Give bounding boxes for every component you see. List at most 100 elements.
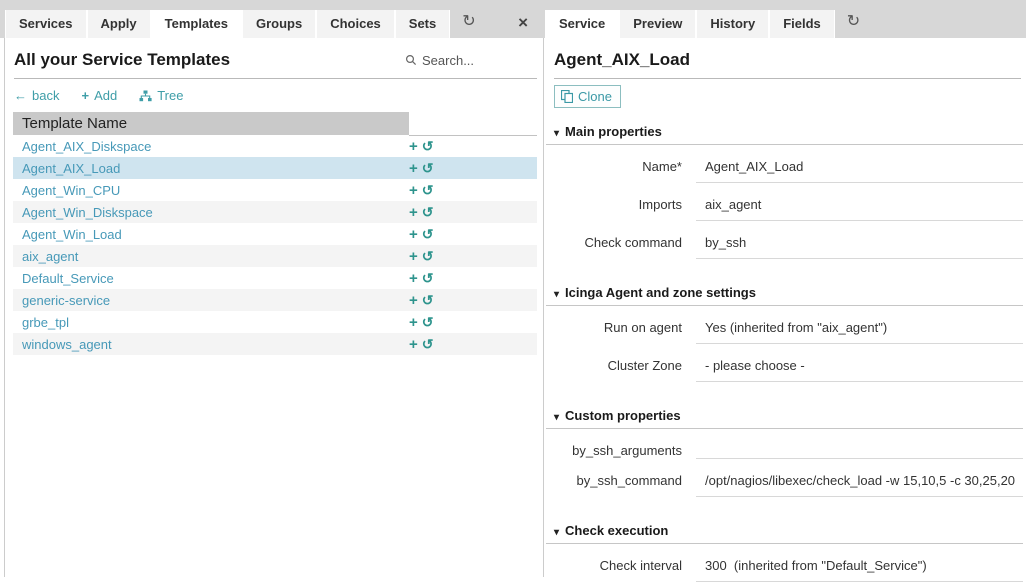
template-link[interactable]: Agent_Win_Diskspace bbox=[22, 205, 153, 220]
template-link[interactable]: aix_agent bbox=[22, 249, 78, 264]
field-label: Check command bbox=[546, 230, 696, 259]
table-row[interactable]: Agent_Win_CPU +↺ bbox=[13, 179, 537, 201]
page-title: All your Service Templates bbox=[14, 50, 230, 70]
history-icon[interactable]: ↺ bbox=[422, 138, 434, 154]
section-header[interactable]: ▾Custom properties bbox=[546, 408, 1023, 429]
table-row[interactable]: aix_agent +↺ bbox=[13, 245, 537, 267]
template-link[interactable]: windows_agent bbox=[22, 337, 112, 352]
close-icon[interactable]: × bbox=[518, 15, 528, 30]
table-row[interactable]: Agent_Win_Load +↺ bbox=[13, 223, 537, 245]
add-icon[interactable]: + bbox=[409, 138, 418, 155]
imports-input[interactable]: aix_agent bbox=[696, 192, 1023, 221]
template-link[interactable]: generic-service bbox=[22, 293, 110, 308]
add-icon[interactable]: + bbox=[409, 204, 418, 221]
field-by-ssh-command: by_ssh_command /opt/nagios/libexec/check… bbox=[546, 468, 1023, 497]
add-icon[interactable]: + bbox=[409, 248, 418, 265]
history-icon[interactable]: ↺ bbox=[422, 292, 434, 308]
by-ssh-command-input[interactable]: /opt/nagios/libexec/check_load -w 15,10,… bbox=[696, 468, 1023, 497]
table-row-selected[interactable]: Agent_AIX_Load +↺ bbox=[13, 157, 537, 179]
tab-apply[interactable]: Apply bbox=[87, 10, 151, 38]
template-link[interactable]: Agent_Win_CPU bbox=[22, 183, 120, 198]
right-tab-bar: Service Preview History Fields ↻ bbox=[540, 0, 1026, 38]
template-title: Agent_AIX_Load bbox=[554, 50, 690, 70]
check-command-input[interactable]: by_ssh bbox=[696, 230, 1023, 259]
template-link[interactable]: grbe_tpl bbox=[22, 315, 69, 330]
template-link[interactable]: Agent_AIX_Diskspace bbox=[22, 139, 151, 154]
refresh-icon[interactable]: ↻ bbox=[847, 14, 860, 30]
history-icon[interactable]: ↺ bbox=[422, 270, 434, 286]
check-interval-input[interactable]: 300 (inherited from "Default_Service") bbox=[696, 553, 1023, 582]
add-icon[interactable]: + bbox=[409, 270, 418, 287]
field-imports: Imports aix_agent bbox=[546, 192, 1023, 221]
action-links: ← back + Add Tree bbox=[0, 79, 540, 112]
tab-history[interactable]: History bbox=[696, 10, 769, 38]
search-icon bbox=[405, 54, 417, 66]
table-row[interactable]: Default_Service +↺ bbox=[13, 267, 537, 289]
run-on-agent-select[interactable]: Yes (inherited from "aix_agent") bbox=[696, 315, 1023, 344]
section-custom-properties: ▾Custom properties by_ssh_arguments by_s… bbox=[546, 408, 1023, 497]
tab-fields[interactable]: Fields bbox=[769, 10, 835, 38]
collapse-caret-icon[interactable]: ▾ bbox=[554, 128, 559, 139]
column-header-template-name[interactable]: Template Name bbox=[13, 112, 409, 135]
tree-icon bbox=[139, 90, 152, 102]
search-input[interactable] bbox=[422, 53, 527, 68]
table-row[interactable]: windows_agent +↺ bbox=[13, 333, 537, 355]
right-panel-header: Agent_AIX_Load bbox=[554, 38, 1021, 79]
column-header-actions bbox=[409, 112, 537, 135]
field-check-interval: Check interval 300 (inherited from "Defa… bbox=[546, 553, 1023, 582]
tab-sets[interactable]: Sets bbox=[395, 10, 450, 38]
table-row[interactable]: Agent_AIX_Diskspace +↺ bbox=[13, 135, 537, 157]
collapse-caret-icon[interactable]: ▾ bbox=[554, 412, 559, 423]
section-agent-zone-settings: ▾Icinga Agent and zone settings Run on a… bbox=[546, 285, 1023, 382]
add-icon[interactable]: + bbox=[409, 160, 418, 177]
template-link[interactable]: Default_Service bbox=[22, 271, 114, 286]
table-row[interactable]: generic-service +↺ bbox=[13, 289, 537, 311]
history-icon[interactable]: ↺ bbox=[422, 314, 434, 330]
add-icon[interactable]: + bbox=[409, 182, 418, 199]
history-icon[interactable]: ↺ bbox=[422, 160, 434, 176]
table-row[interactable]: grbe_tpl +↺ bbox=[13, 311, 537, 333]
add-link[interactable]: + Add bbox=[81, 88, 117, 103]
add-icon[interactable]: + bbox=[409, 314, 418, 331]
name-input[interactable]: Agent_AIX_Load bbox=[696, 154, 1023, 183]
table-row[interactable]: Agent_Win_Diskspace +↺ bbox=[13, 201, 537, 223]
field-run-on-agent: Run on agent Yes (inherited from "aix_ag… bbox=[546, 315, 1023, 344]
template-link[interactable]: Agent_AIX_Load bbox=[22, 161, 120, 176]
field-label: by_ssh_command bbox=[546, 468, 696, 497]
tab-groups[interactable]: Groups bbox=[242, 10, 316, 38]
field-label: Imports bbox=[546, 192, 696, 221]
collapse-caret-icon[interactable]: ▾ bbox=[554, 289, 559, 300]
tab-preview[interactable]: Preview bbox=[619, 10, 696, 38]
by-ssh-arguments-input[interactable] bbox=[696, 438, 1023, 459]
field-name: Name* Agent_AIX_Load bbox=[546, 154, 1023, 183]
search-box bbox=[405, 53, 527, 68]
history-icon[interactable]: ↺ bbox=[422, 204, 434, 220]
collapse-caret-icon[interactable]: ▾ bbox=[554, 527, 559, 538]
add-icon[interactable]: + bbox=[409, 226, 418, 243]
section-header[interactable]: ▾Main properties bbox=[546, 124, 1023, 145]
refresh-icon[interactable]: ↻ bbox=[462, 14, 475, 30]
cluster-zone-select[interactable]: - please choose - bbox=[696, 353, 1023, 382]
history-icon[interactable]: ↺ bbox=[422, 182, 434, 198]
add-icon[interactable]: + bbox=[409, 292, 418, 309]
templates-table: Template Name Agent_AIX_Diskspace +↺ Age… bbox=[13, 112, 537, 355]
history-icon[interactable]: ↺ bbox=[422, 336, 434, 352]
add-icon[interactable]: + bbox=[409, 336, 418, 353]
field-label: Cluster Zone bbox=[546, 353, 696, 382]
plus-icon: + bbox=[81, 88, 89, 103]
history-icon[interactable]: ↺ bbox=[422, 226, 434, 242]
template-link[interactable]: Agent_Win_Load bbox=[22, 227, 122, 242]
tree-link[interactable]: Tree bbox=[139, 88, 183, 103]
section-main-properties: ▾Main properties Name* Agent_AIX_Load Im… bbox=[546, 124, 1023, 259]
clone-button[interactable]: Clone bbox=[554, 85, 621, 108]
history-icon[interactable]: ↺ bbox=[422, 248, 434, 264]
left-tab-bar: Services Apply Templates Groups Choices … bbox=[0, 0, 540, 38]
tab-choices[interactable]: Choices bbox=[316, 10, 395, 38]
section-header[interactable]: ▾Check execution bbox=[546, 523, 1023, 544]
back-link[interactable]: ← back bbox=[14, 88, 59, 103]
tab-service[interactable]: Service bbox=[545, 10, 619, 38]
section-header[interactable]: ▾Icinga Agent and zone settings bbox=[546, 285, 1023, 306]
clone-icon bbox=[561, 90, 573, 103]
tab-templates[interactable]: Templates bbox=[151, 10, 242, 38]
tab-services[interactable]: Services bbox=[5, 10, 87, 38]
